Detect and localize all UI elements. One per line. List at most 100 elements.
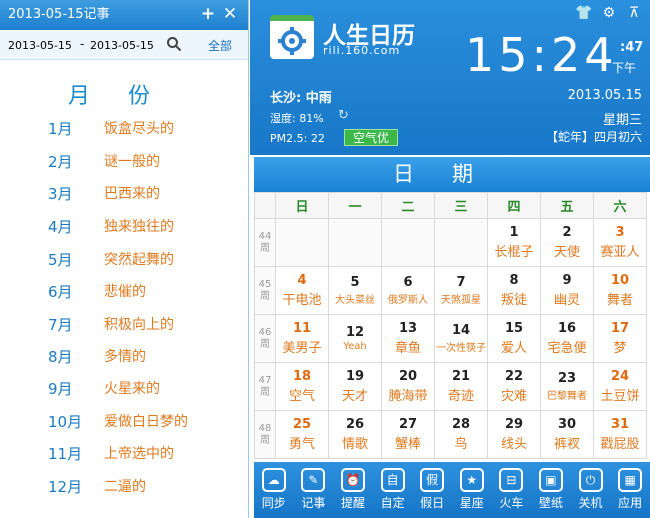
day-number: 1 xyxy=(509,225,519,240)
calendar-day-cell[interactable] xyxy=(381,218,435,267)
toolbar-button[interactable]: ⏻ 关机 xyxy=(571,462,611,518)
calendar-day-cell[interactable]: 19 天才 xyxy=(328,362,382,411)
toolbar-button[interactable]: ★ 星座 xyxy=(452,462,492,518)
calendar-day-cell[interactable]: 18 空气 xyxy=(275,362,329,411)
date-separator: - xyxy=(80,37,85,51)
month-row[interactable]: 6月 悲催的 xyxy=(0,281,249,311)
calendar-day-cell[interactable]: 24 土豆饼 xyxy=(593,362,647,411)
gear-icon[interactable]: ⚙ xyxy=(599,5,619,21)
calendar-day-cell[interactable]: 26 情歌 xyxy=(328,410,382,459)
day-label: 俄罗斯人 xyxy=(388,295,428,306)
month-description: 巴西来的 xyxy=(104,186,160,202)
calendar-day-cell[interactable]: 11 美男子 xyxy=(275,314,329,363)
calendar-day-cell[interactable]: 23 巴黎舞者 xyxy=(540,362,594,411)
calendar-day-cell[interactable]: 25 勇气 xyxy=(275,410,329,459)
month-row[interactable]: 11月 上帝选中的 xyxy=(0,443,249,473)
close-icon[interactable]: ✕ xyxy=(220,4,240,24)
weekday-header-row: 日一二三四五六 xyxy=(254,192,647,219)
day-label: 天才 xyxy=(341,389,368,404)
day-label: 空气 xyxy=(288,389,315,404)
month-row[interactable]: 8月 多情的 xyxy=(0,346,249,376)
skin-icon[interactable]: 👕 xyxy=(574,5,594,21)
city-weather[interactable]: 长沙: 中雨 xyxy=(270,87,332,106)
weather-header: 人生日历 rili.160.com 👕 ⚙ ⊼ 15:24 :47 下午 长沙:… xyxy=(250,0,650,155)
day-label: 鸟 xyxy=(454,437,468,452)
calendar-day-cell[interactable] xyxy=(275,218,329,267)
calendar-day-cell[interactable]: 3 赛亚人 xyxy=(593,218,647,267)
toolbar-button[interactable]: ▦ 应用 xyxy=(610,462,650,518)
calendar-day-cell[interactable]: 22 灾难 xyxy=(487,362,541,411)
calendar-day-cell[interactable]: 5 大头菜丝 xyxy=(328,266,382,315)
calendar-day-cell[interactable]: 13 章鱼 xyxy=(381,314,435,363)
star-icon: ★ xyxy=(459,468,484,492)
air-quality-badge: 空气优 xyxy=(344,129,398,146)
calendar-day-cell[interactable]: 8 叛徒 xyxy=(487,266,541,315)
calendar-day-cell[interactable]: 1 长棍子 xyxy=(487,218,541,267)
holiday-icon: 假 xyxy=(420,468,445,492)
calendar-day-cell[interactable]: 17 梦 xyxy=(593,314,647,363)
toolbar-label: 关机 xyxy=(578,496,603,510)
calendar-day-cell[interactable]: 10 舞者 xyxy=(593,266,647,315)
toolbar-button[interactable]: ⏰ 提醒 xyxy=(333,462,373,518)
month-row[interactable]: 12月 二逼的 xyxy=(0,476,249,506)
day-number: 23 xyxy=(557,371,577,386)
calendar-day-cell[interactable]: 2 天使 xyxy=(540,218,594,267)
calendar-day-cell[interactable]: 12 Yeah xyxy=(328,314,382,363)
month-row[interactable]: 1月 饭盒尽头的 xyxy=(0,118,249,148)
month-row[interactable]: 10月 爱做白日梦的 xyxy=(0,411,249,441)
calendar-day-cell[interactable]: 6 俄罗斯人 xyxy=(381,266,435,315)
month-row[interactable]: 9月 火星来的 xyxy=(0,378,249,408)
day-number: 20 xyxy=(398,369,418,384)
day-number: 7 xyxy=(456,275,466,290)
month-row[interactable]: 5月 突然起舞的 xyxy=(0,249,249,279)
day-label: 腌海带 xyxy=(388,389,428,404)
calendar-day-cell[interactable]: 16 宅急便 xyxy=(540,314,594,363)
month-row[interactable]: 4月 独来独往的 xyxy=(0,216,249,246)
calendar-day-cell[interactable]: 20 腌海带 xyxy=(381,362,435,411)
date-to-field[interactable] xyxy=(90,36,160,54)
toolbar-button[interactable]: 自自定 xyxy=(373,462,413,518)
calendar-day-cell[interactable] xyxy=(328,218,382,267)
toolbar-button[interactable]: ✎ 记事 xyxy=(294,462,334,518)
calendar-day-cell[interactable]: 30 裤衩 xyxy=(540,410,594,459)
plus-icon[interactable]: + xyxy=(198,4,218,24)
toolbar-button[interactable]: 假假日 xyxy=(412,462,452,518)
calendar-day-cell[interactable]: 21 奇迹 xyxy=(434,362,488,411)
app-logo-url: rili.160.com xyxy=(323,44,401,57)
toolbar-button[interactable]: ▣ 壁纸 xyxy=(531,462,571,518)
calendar-day-cell[interactable]: 15 爱人 xyxy=(487,314,541,363)
alarm-icon: ⏰ xyxy=(340,468,365,492)
refresh-icon[interactable]: ↻ xyxy=(338,108,349,123)
weekday-header: 四 xyxy=(487,192,541,219)
search-icon[interactable] xyxy=(166,36,182,52)
day-label: 章鱼 xyxy=(394,341,421,356)
calendar-day-cell[interactable]: 29 线头 xyxy=(487,410,541,459)
calendar-day-cell[interactable]: 28 鸟 xyxy=(434,410,488,459)
calendar-day-cell[interactable]: 9 幽灵 xyxy=(540,266,594,315)
month-heading: 月份 xyxy=(68,84,189,109)
toolbar-button[interactable]: ☁ 同步 xyxy=(254,462,294,518)
pm25-value: PM2.5: 22 xyxy=(270,132,325,145)
calendar-day-cell[interactable] xyxy=(434,218,488,267)
all-notes-link[interactable]: 全部 xyxy=(208,37,232,54)
notes-panel: 2013-05-15记事 + ✕ - 全部 月份 1月 饭盒尽头的 2月 谜一般的 3月… xyxy=(0,0,249,518)
calendar-day-cell[interactable]: 14 一次性筷子 xyxy=(434,314,488,363)
month-row[interactable]: 3月 巴西来的 xyxy=(0,183,249,213)
notes-title: 2013-05-15记事 xyxy=(8,7,110,22)
clock-time: 15:24 xyxy=(465,28,618,82)
day-label: 天煞孤星 xyxy=(441,295,481,306)
month-description: 突然起舞的 xyxy=(104,252,174,268)
calendar-day-cell[interactable]: 4 干电池 xyxy=(275,266,329,315)
calendar-day-cell[interactable]: 27 蟹棒 xyxy=(381,410,435,459)
month-row[interactable]: 2月 谜一般的 xyxy=(0,151,249,181)
month-row[interactable]: 7月 积极向上的 xyxy=(0,314,249,344)
toolbar-button[interactable]: ⊟ 火车 xyxy=(492,462,532,518)
date-from-field[interactable] xyxy=(8,36,78,54)
month-number: 5月 xyxy=(48,251,73,269)
calendar-day-cell[interactable]: 7 天煞孤星 xyxy=(434,266,488,315)
pin-icon[interactable]: ⊼ xyxy=(624,5,644,21)
week-number: 44周 xyxy=(254,218,276,267)
calendar-day-cell[interactable]: 31 戳屁股 xyxy=(593,410,647,459)
day-number: 26 xyxy=(345,417,365,432)
toolbar-label: 记事 xyxy=(301,496,326,510)
